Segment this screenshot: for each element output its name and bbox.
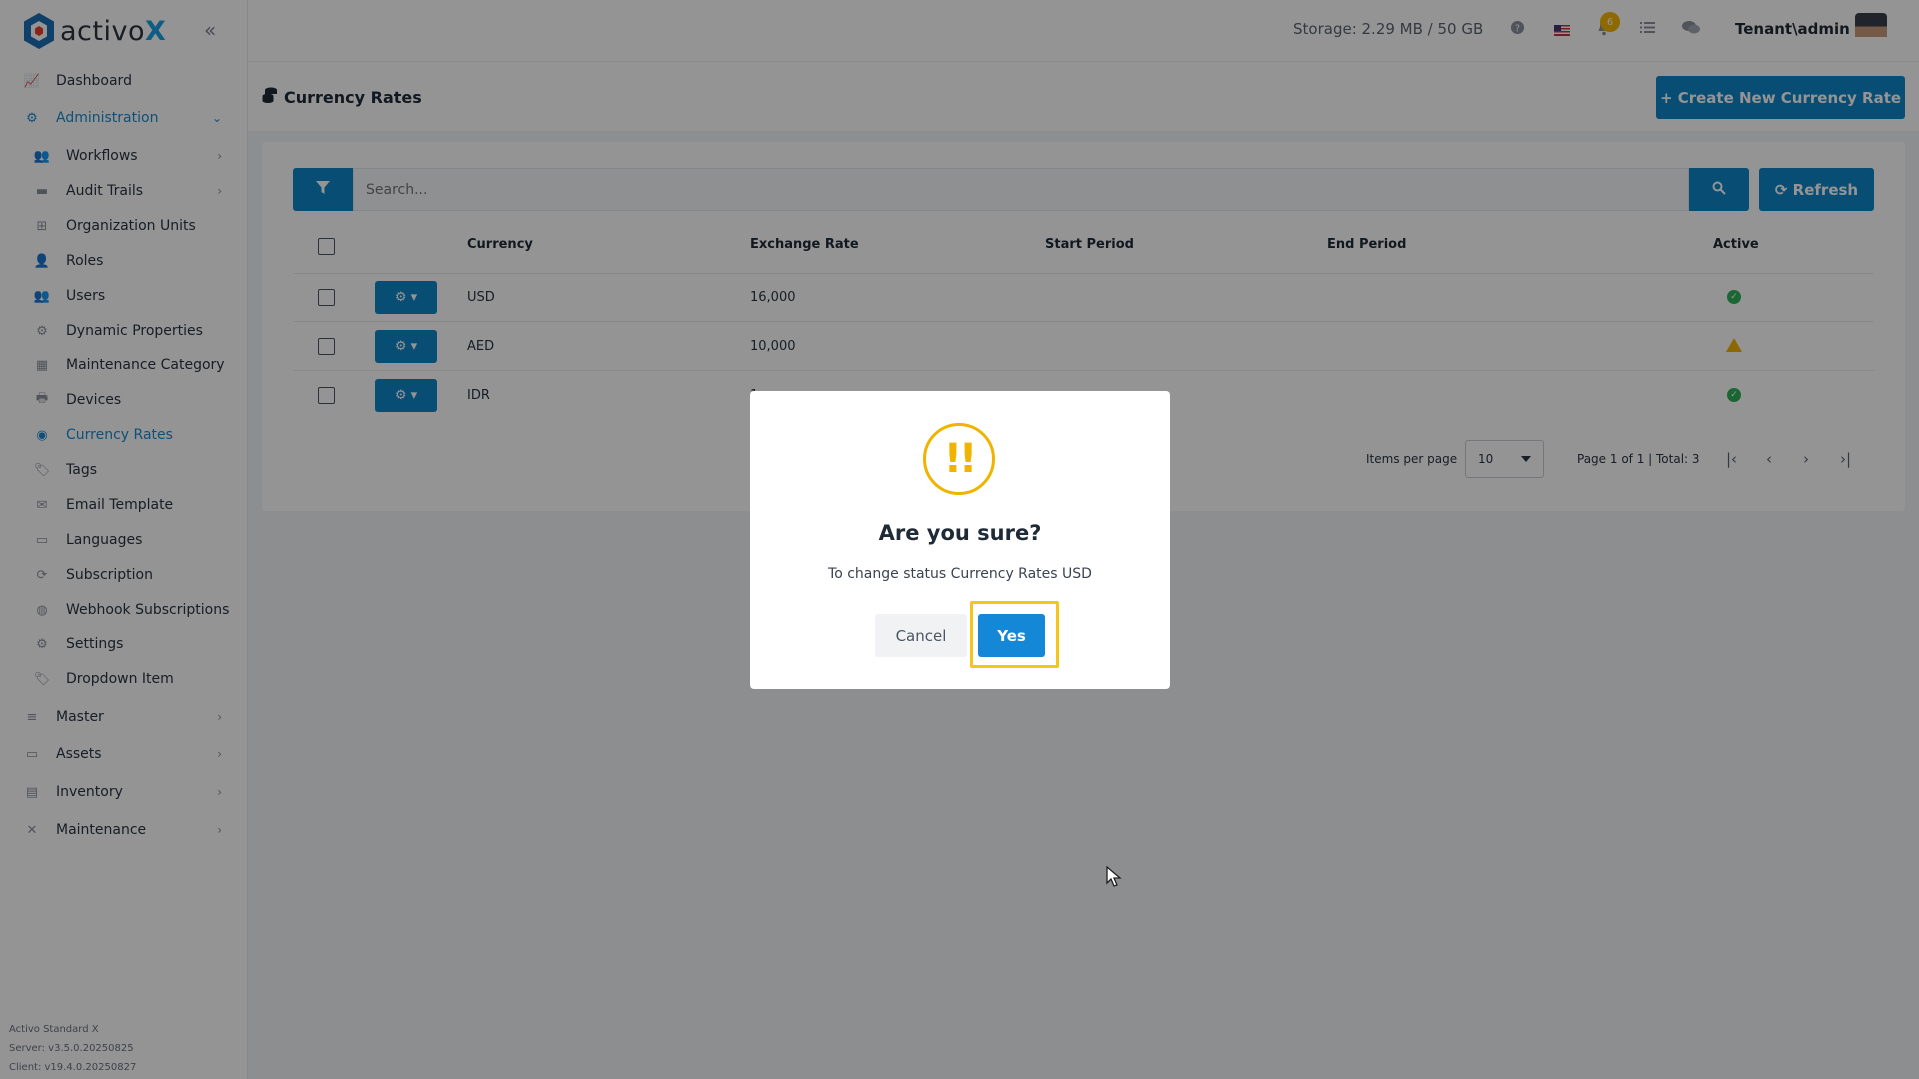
- dialog-title: Are you sure?: [878, 521, 1042, 545]
- confirm-dialog: !! Are you sure? To change status Curren…: [750, 391, 1170, 689]
- mouse-cursor-icon: [1106, 866, 1122, 887]
- cancel-button[interactable]: Cancel: [875, 614, 967, 657]
- warning-icon: !!: [923, 423, 995, 495]
- dialog-message: To change status Currency Rates USD: [828, 566, 1092, 582]
- yes-button[interactable]: Yes: [978, 614, 1045, 657]
